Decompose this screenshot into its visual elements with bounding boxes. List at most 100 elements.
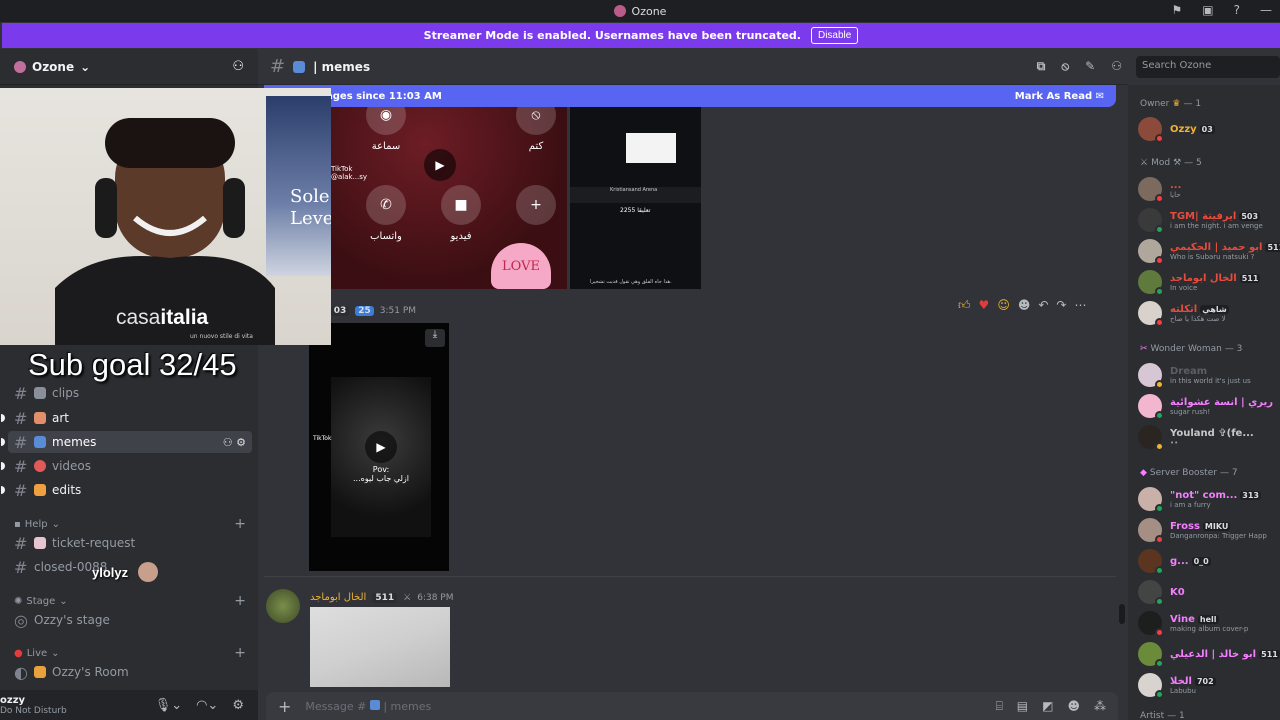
category-live[interactable]: ● Live ⌄ + [14,645,246,661]
avatar[interactable] [266,589,300,623]
headphones-icon[interactable]: ◠⌄ [196,698,218,713]
video-attachment[interactable]: TikTok ▶ Pov: ...ازلي جاب ليوه ⤓ [309,323,449,571]
message-composer[interactable]: + Message # | memes ⌸ ▤ ◩ ☻ ⁂ [266,692,1118,720]
channel-actions[interactable]: ⚇ ⚙ [223,436,246,449]
member-item[interactable]: TGM| ايرفيتة 503 i am the night. i am veng… [1138,204,1280,236]
image-attachment-chat[interactable]: Kristiansand Arena 2255 تعليقا هذا جاه ا… [570,107,701,289]
channel-closed[interactable]: # closed-0088 [8,556,252,578]
message-time: 3:51 PM [379,306,417,316]
threads-icon[interactable]: ⧉ [1037,59,1046,74]
hash-icon: # [14,557,28,577]
channel-ticket-request[interactable]: # ticket-request [8,532,252,554]
help-icon[interactable]: ? [1234,3,1240,17]
scrollbar[interactable] [1119,604,1125,624]
member-item[interactable]: Dream in this world it's just us [1138,359,1280,391]
role-header-mod: ⚔ Mod ⚒ — 5 [1140,158,1202,168]
member-item[interactable]: الخال ابوماجد 511 In voice [1138,266,1280,298]
more-icon[interactable]: ⋯ [1074,298,1086,312]
member-item[interactable]: "not" com... 313 i am a furry [1138,483,1280,515]
channel-edits[interactable]: # edits [1,479,252,501]
avatar [1138,425,1164,451]
mark-as-read-button[interactable]: Mark As Read ✉ [1015,91,1104,102]
member-item[interactable]: الخلا 702 Labubu [1138,669,1280,701]
crown-icon: ♛ [1172,99,1181,109]
add-attachment-icon[interactable]: + [278,697,291,716]
swords-icon: ⚔ [1140,158,1149,168]
add-reaction-icon[interactable]: ☻ [1018,298,1031,312]
avatar [1138,518,1164,544]
image-attachment[interactable] [310,607,450,687]
gif-icon[interactable]: ▤ [1017,699,1028,714]
download-icon[interactable]: ⤓ [425,329,445,347]
member-item[interactable]: ابو حميد | الحكيمي511Who is Subaru natsu… [1138,235,1280,267]
add-channel-icon[interactable]: + [234,516,246,532]
member-item[interactable]: ابو خالد | الدعيلي 511 [1138,638,1280,670]
sticker-icon[interactable]: ◩ [1042,699,1053,714]
minimize-icon[interactable]: — [1260,3,1272,17]
thumbs-up-icon[interactable]: 👍︎ [958,298,971,313]
heart-icon[interactable]: ♥ [979,298,990,312]
divider [264,576,1116,577]
inbox-icon[interactable]: ▣ [1202,3,1213,17]
message-header: الخال ابوماجد 511 ⚔ 6:38 PM [310,592,453,603]
play-icon[interactable]: ▶ [365,431,397,463]
channel-ozzys-stage[interactable]: ◎ Ozzy's stage [8,609,252,631]
channel-header: # | memes ⧉ ⦸ ✎ ⚇ [258,49,1128,85]
member-item[interactable]: Ozzy 03 [1138,113,1280,145]
banner-text: Streamer Mode is enabled. Usernames have… [423,29,801,42]
message-input[interactable]: Message # | memes [305,699,431,713]
category-help[interactable]: ▪ Help ⌄ + [14,516,246,532]
stage-icon: ◎ [14,610,28,630]
username: ozzy [0,694,26,706]
pin-icon[interactable]: ✎ [1085,59,1095,74]
window-title: Ozone [613,5,666,18]
member-item[interactable]: Fross MIKU Danganronpa: Trigger Happ [1138,514,1280,546]
user-panel[interactable]: ozzy Do Not Disturb 🎙︎⌄ ◠⌄ ⚙ [0,690,258,720]
plus-icon: + [516,185,556,225]
search-input[interactable]: Search Ozone [1136,56,1280,78]
video-button: ■ فيديو [436,185,486,242]
microphone-icon[interactable]: 🎙︎⌄ [155,698,182,713]
member-item[interactable]: ريري | انسة عشوائية sugar rush! [1138,390,1280,422]
face-icon[interactable]: ☺ [997,298,1010,312]
gift-icon[interactable]: ⌸ [996,699,1003,714]
channel-art[interactable]: # art [1,407,252,429]
channel-memes[interactable]: # memes ⚇ ⚙ [1,431,252,453]
server-header[interactable]: Ozone ⌄ ⚇ [0,49,258,85]
disable-button[interactable]: Disable [810,27,859,44]
reply-icon[interactable]: ↶ [1038,298,1048,312]
add-channel-icon[interactable]: + [234,645,246,661]
tiktok-watermark: TikTok @alak...sy [331,165,368,181]
new-messages-bar[interactable]: ages since 11:03 AM Mark As Read ✉ [264,85,1116,107]
apps-icon[interactable]: ⁂ [1094,699,1106,714]
settings-icon[interactable]: ⚙ [232,698,244,713]
mute-button: ⦸ كتم [511,107,561,152]
message-author[interactable]: الخال ابوماجد [310,592,366,603]
add-user-icon[interactable]: ⚇ [232,59,244,74]
member-item[interactable]: ... حايا [1138,173,1280,205]
hash-icon: # [14,383,28,403]
member-item[interactable]: g... 0_0 [1138,545,1280,577]
member-item[interactable]: Vine hell making album cover-p [1138,607,1280,639]
avatar [1138,239,1164,265]
mic-off-icon: ⦸ [516,107,556,135]
play-icon[interactable]: ▶ [424,149,456,181]
emoji-icon[interactable]: ☻ [1067,699,1080,714]
add-channel-icon[interactable]: + [234,593,246,609]
member-item[interactable]: اتكلته شاهي لا صت هكذا يا صاح [1138,297,1280,329]
channel-clips[interactable]: # clips [8,382,252,404]
member-item[interactable]: K0 [1138,576,1280,608]
film-icon [34,387,46,399]
member-item[interactable]: Youland ✞(fe... •• [1138,421,1280,453]
member-list-icon[interactable]: ⚇ [1111,59,1122,74]
channel-ozzys-room[interactable]: ◐ Ozzy's Room [8,661,252,683]
status-dot [1155,134,1164,143]
flag-icon[interactable]: ⚑ [1172,3,1183,17]
category-stage[interactable]: ✺ Stage ⌄ + [14,593,246,609]
hash-icon: # [14,533,28,553]
channel-videos[interactable]: # videos [1,455,252,477]
image-attachment-phone[interactable]: ◉ سماعة ⦸ كتم TikTok @alak...sy ✆ واتساب ■ في… [331,107,567,289]
bell-muted-icon[interactable]: ⦸ [1061,59,1069,74]
forward-icon[interactable]: ↷ [1056,298,1066,312]
palette-icon [34,412,46,424]
